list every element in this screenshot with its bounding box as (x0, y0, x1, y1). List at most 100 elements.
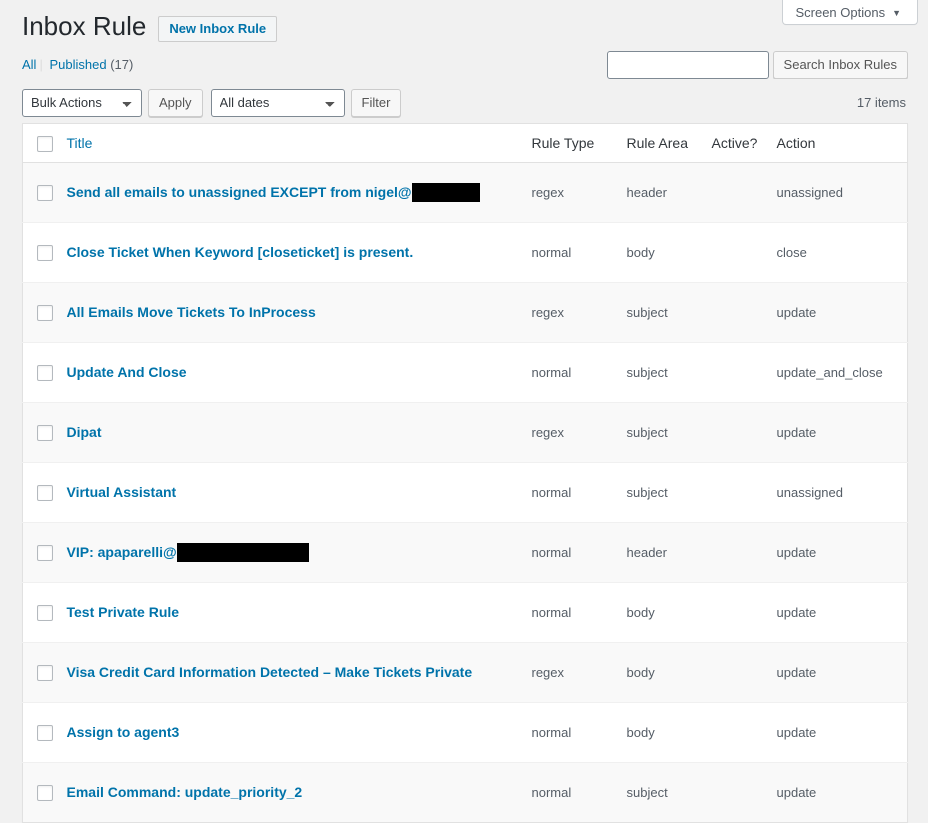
apply-button[interactable]: Apply (148, 89, 203, 117)
row-select-checkbox[interactable] (37, 785, 53, 802)
row-title-link[interactable]: All Emails Move Tickets To InProcess (67, 304, 316, 320)
views-separator: | (39, 57, 43, 72)
bulk-actions-select[interactable]: Bulk ActionsEditMove to Trash (22, 89, 142, 117)
row-title-link[interactable]: Test Private Rule (67, 604, 180, 620)
row-title-link[interactable]: VIP: apaparelli@ (67, 544, 177, 560)
row-title-link[interactable]: Assign to agent3 (67, 724, 180, 740)
row-select-checkbox[interactable] (37, 245, 53, 262)
row-title-link[interactable]: Dipat (67, 424, 102, 440)
row-rule-area-cell: header (626, 522, 712, 583)
row-select-checkbox[interactable] (37, 425, 53, 442)
row-select-cell (22, 642, 67, 703)
row-select-checkbox[interactable] (37, 665, 53, 682)
row-title-cell: Visa Credit Card Information Detected – … (66, 642, 532, 703)
row-title-link[interactable]: Virtual Assistant (67, 484, 177, 500)
row-rule-type-cell: regex (531, 282, 627, 343)
column-header-rule-type: Rule Type (531, 123, 627, 164)
row-select-checkbox[interactable] (37, 545, 53, 562)
row-select-checkbox[interactable] (37, 305, 53, 322)
row-select-cell (22, 402, 67, 463)
table-row: Dipat regex subject update (22, 402, 908, 463)
new-inbox-rule-button[interactable]: New Inbox Rule (158, 16, 278, 42)
search-submit-button[interactable]: Search Inbox Rules (772, 51, 908, 79)
filter-button[interactable]: Filter (350, 89, 402, 117)
view-published[interactable]: Published (17) (49, 52, 133, 78)
column-header-title[interactable]: Title (66, 123, 532, 164)
table-row: Send all emails to unassigned EXCEPT fro… (22, 162, 908, 223)
row-rule-area-cell: subject (626, 342, 712, 403)
row-active-cell (711, 222, 777, 283)
row-select-checkbox[interactable] (37, 365, 53, 382)
table-row: Test Private Rule normal body update (22, 582, 908, 643)
row-select-checkbox[interactable] (37, 605, 53, 622)
row-action-cell: update (776, 282, 908, 343)
row-title-cell: Close Ticket When Keyword [closeticket] … (66, 222, 532, 283)
date-filter-select[interactable]: All dates (210, 89, 345, 117)
row-active-cell (711, 402, 777, 463)
row-title-link[interactable]: Visa Credit Card Information Detected – … (67, 664, 473, 680)
table-row: Assign to agent3 normal body update (22, 702, 908, 763)
bulk-actions-group: Bulk ActionsEditMove to Trash Apply (22, 89, 203, 117)
row-action-cell: update (776, 522, 908, 583)
search-input[interactable] (606, 51, 769, 79)
redaction-bar (411, 182, 480, 202)
row-rule-type-cell: normal (531, 222, 627, 283)
tablenav-top: Bulk ActionsEditMove to Trash Apply All … (22, 87, 908, 119)
view-all-link[interactable]: All (22, 57, 36, 72)
row-rule-area-cell: subject (626, 402, 712, 463)
table-row: Virtual Assistant normal subject unassigned (22, 462, 908, 523)
row-action-cell: update (776, 702, 908, 763)
row-title-link[interactable]: Email Command: update_priority_2 (67, 784, 303, 800)
row-rule-area-cell: body (626, 582, 712, 643)
row-title-link[interactable]: Close Ticket When Keyword [closeticket] … (67, 244, 414, 260)
row-rule-type-cell: normal (531, 762, 627, 823)
row-action-cell: update (776, 582, 908, 643)
row-active-cell (711, 342, 777, 403)
row-active-cell (711, 162, 777, 223)
select-all-column (22, 123, 67, 164)
row-select-cell (22, 582, 67, 643)
row-title-cell: Email Command: update_priority_2 (66, 762, 532, 823)
row-rule-type-cell: regex (531, 642, 627, 703)
table-row: All Emails Move Tickets To InProcess rege… (22, 282, 908, 343)
page-title-row: Inbox Rule New Inbox Rule (22, 0, 908, 42)
redaction-bar (176, 542, 309, 562)
select-all-checkbox[interactable] (37, 136, 53, 153)
row-title-cell: Virtual Assistant (66, 462, 532, 523)
search-box: Search Inbox Rules (606, 51, 908, 79)
row-title-cell: Test Private Rule (66, 582, 532, 643)
column-header-rule-area: Rule Area (626, 123, 712, 164)
row-active-cell (711, 702, 777, 763)
row-select-cell (22, 222, 67, 283)
column-header-action: Action (776, 123, 908, 164)
row-title-link[interactable]: Send all emails to unassigned EXCEPT fro… (67, 184, 412, 200)
row-select-cell (22, 702, 67, 763)
row-action-cell: unassigned (776, 162, 908, 223)
row-action-cell: update_and_close (776, 342, 908, 403)
displaying-num: 17 items (856, 95, 906, 110)
row-select-checkbox[interactable] (37, 725, 53, 742)
row-rule-type-cell: regex (531, 402, 627, 463)
row-select-checkbox[interactable] (37, 185, 53, 202)
view-published-link[interactable]: Published (49, 57, 106, 72)
row-rule-area-cell: body (626, 642, 712, 703)
row-rule-area-cell: header (626, 162, 712, 223)
row-active-cell (711, 642, 777, 703)
row-active-cell (711, 282, 777, 343)
row-select-checkbox[interactable] (37, 485, 53, 502)
row-active-cell (711, 762, 777, 823)
row-select-cell (22, 462, 67, 523)
view-all[interactable]: All | (22, 52, 46, 78)
row-action-cell: update (776, 642, 908, 703)
row-action-cell: close (776, 222, 908, 283)
row-rule-area-cell: body (626, 702, 712, 763)
row-select-cell (22, 162, 67, 223)
admin-page-wrap: Inbox Rule New Inbox Rule All | Published… (0, 0, 928, 823)
row-title-cell: Dipat (66, 402, 532, 463)
row-rule-area-cell: subject (626, 762, 712, 823)
row-title-link[interactable]: Update And Close (67, 364, 187, 380)
table-row: Visa Credit Card Information Detected – … (22, 642, 908, 703)
row-rule-type-cell: normal (531, 582, 627, 643)
row-select-cell (22, 282, 67, 343)
row-title-cell: All Emails Move Tickets To InProcess (66, 282, 532, 343)
